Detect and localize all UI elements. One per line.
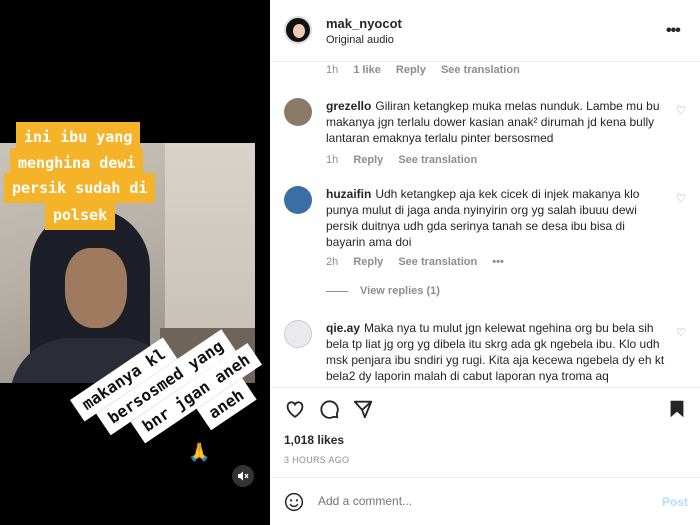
pray-emoji-icon: 🙏 [188, 442, 211, 462]
view-replies-label: View replies (1) [360, 285, 440, 297]
heart-icon[interactable] [284, 398, 306, 420]
comments-list[interactable]: 1h 1 like Reply See translation grezello… [270, 62, 700, 387]
reply-button[interactable]: Reply [353, 256, 383, 268]
comment-text: huzaifin Udh ketangkep aja kek cicek di i… [326, 186, 666, 250]
commenter-avatar[interactable] [284, 186, 312, 214]
translate-button[interactable]: See translation [398, 154, 477, 166]
commenter-username[interactable]: grezello [326, 99, 371, 113]
comment-text: qie.ay Maka nya tu mulut jgn kelewat ngeh… [326, 320, 666, 384]
share-icon[interactable] [352, 398, 374, 420]
translate-button[interactable]: See translation [398, 256, 477, 268]
translate-button[interactable]: See translation [441, 64, 520, 76]
commenter-username[interactable]: huzaifin [326, 187, 371, 201]
post-header: mak_nyocot Original audio ••• [270, 0, 700, 62]
comment-input[interactable] [318, 494, 638, 508]
add-comment-bar: Post [270, 477, 700, 525]
likes-count[interactable]: 1,018 likes [284, 433, 344, 447]
comment-heart-icon[interactable]: ♡ [676, 192, 686, 205]
commenter-avatar[interactable] [284, 98, 312, 126]
author-username[interactable]: mak_nyocot [326, 16, 402, 31]
post-timestamp: 3 HOURS AGO [284, 455, 350, 465]
author-avatar[interactable] [284, 16, 312, 44]
bookmark-icon[interactable] [666, 398, 688, 420]
comment-body: Maka nya tu mulut jgn kelewat ngehina or… [326, 321, 665, 383]
commenter-avatar[interactable] [284, 320, 312, 348]
mute-icon[interactable] [232, 465, 254, 487]
emoji-icon[interactable] [284, 492, 304, 512]
action-bar: 1,018 likes 3 HOURS AGO [270, 387, 700, 475]
comment-meta: 1h Reply See translation [326, 154, 489, 166]
comment-meta: 2h Reply See translation ••• [326, 256, 516, 268]
comment-options-icon[interactable]: ••• [492, 256, 504, 268]
post-button[interactable]: Post [662, 495, 688, 509]
comment-likes[interactable]: 1 like [353, 64, 381, 76]
comment-time: 2h [326, 256, 339, 268]
comment-heart-icon[interactable]: ♡ [676, 326, 686, 339]
post-panel: mak_nyocot Original audio ••• 1h 1 like … [270, 0, 700, 525]
comment-body: Udh ketangkep aja kek cicek di injek mak… [326, 187, 640, 249]
replies-line [326, 290, 348, 292]
comment-time: 1h [326, 154, 339, 166]
more-icon[interactable]: ••• [666, 22, 681, 40]
comment-time: 1h [326, 64, 339, 76]
audio-label[interactable]: Original audio [326, 34, 394, 46]
comment-text: grezello Giliran ketangkep muka melas nun… [326, 98, 666, 146]
comment-icon[interactable] [318, 398, 340, 420]
caption-line-4: polsek [45, 200, 116, 230]
reply-button[interactable]: Reply [353, 154, 383, 166]
comment-meta-top: 1h 1 like Reply See translation [326, 64, 532, 76]
view-replies-button[interactable]: View replies (1) [326, 285, 440, 297]
caption-line-3: persik sudah di [4, 173, 156, 203]
post-media[interactable]: ini ibu yang menghina dewi persik sudah … [0, 0, 270, 525]
comment-heart-icon[interactable]: ♡ [676, 104, 686, 117]
reply-button[interactable]: Reply [396, 64, 426, 76]
comment-body: Giliran ketangkep muka melas nunduk. Lam… [326, 99, 660, 145]
face-shape [65, 248, 127, 328]
commenter-username[interactable]: qie.ay [326, 321, 360, 335]
